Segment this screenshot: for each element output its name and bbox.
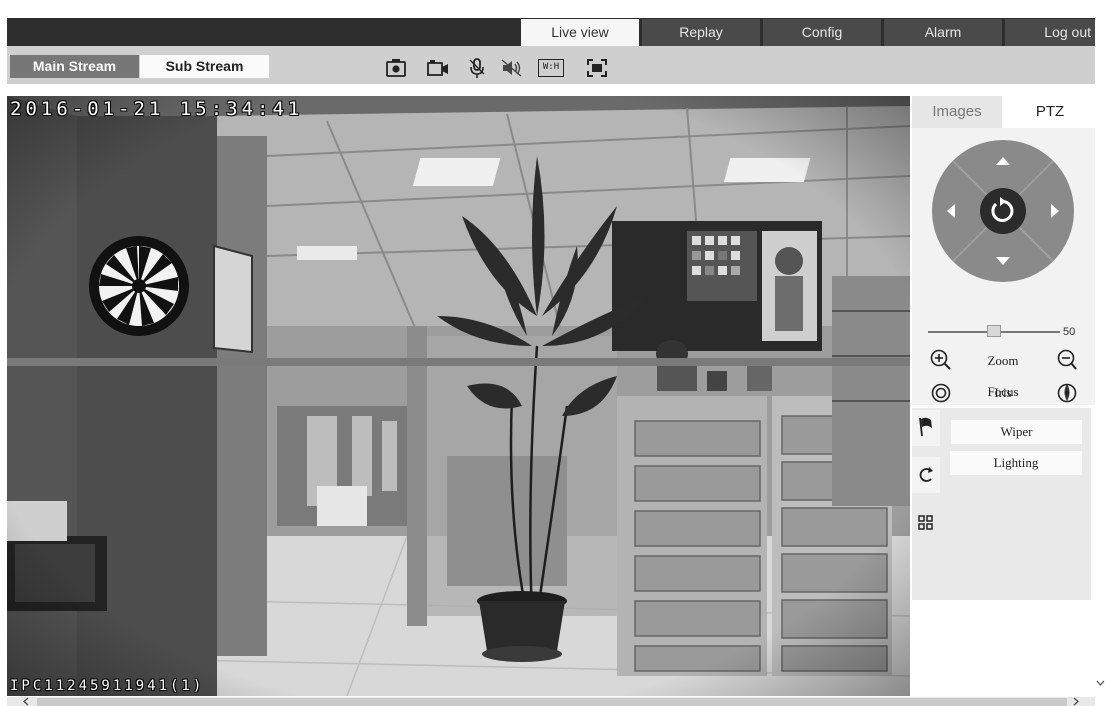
preset-flag-icon [919, 417, 932, 437]
main-stream-button[interactable]: Main Stream [10, 55, 139, 78]
reset-center-icon[interactable] [980, 188, 1026, 234]
tab-preset[interactable] [912, 410, 940, 446]
zoom-out-icon[interactable] [1055, 348, 1079, 372]
wiper-button[interactable]: Wiper [951, 420, 1082, 444]
tab-config[interactable]: Config [763, 19, 881, 46]
right-arrow-icon[interactable] [1043, 199, 1065, 223]
live-video-view[interactable]: 2016-01-21 15:34:41 IPC11245911941(1) [7, 96, 910, 696]
ptz-speed-value: 50 [1063, 326, 1076, 338]
top-nav-bar: Live view Replay Config Alarm Log out [7, 18, 1095, 46]
sub-stream-button[interactable]: Sub Stream [140, 55, 269, 78]
tab-log-out[interactable]: Log out [1005, 19, 1095, 46]
tab-ptz[interactable]: PTZ [1005, 96, 1095, 128]
video-record-icon[interactable] [426, 57, 450, 79]
left-arrow-icon[interactable] [941, 199, 963, 223]
ptz-controls: 50 Zoom Focus [912, 128, 1095, 405]
horizontal-scrollbar[interactable] [7, 697, 1095, 706]
zoom-label: Zoom [987, 353, 1019, 368]
ptz-speed-thumb[interactable] [987, 325, 1001, 337]
up-arrow-icon[interactable] [991, 148, 1015, 170]
horizontal-scroll-thumb[interactable] [37, 698, 1067, 706]
down-arrow-icon[interactable] [991, 252, 1015, 274]
scroll-left-arrow-icon[interactable] [21, 697, 31, 706]
speaker-mute-icon[interactable] [500, 57, 524, 79]
iris-close-icon[interactable] [1055, 381, 1079, 405]
tab-alarm[interactable]: Alarm [884, 19, 1002, 46]
zoom-in-icon[interactable] [929, 348, 953, 372]
ptz-aux-panel: Wiper Lighting [912, 408, 1091, 600]
aspect-ratio-icon[interactable]: W:H [538, 59, 564, 77]
scroll-right-arrow-icon[interactable] [1071, 697, 1081, 706]
stream-toolbar: Main Stream Sub Stream W:H [7, 46, 1095, 84]
vertical-scrollbar[interactable] [1096, 18, 1105, 697]
app-window: Live view Replay Config Alarm Log out Ma… [0, 0, 1105, 706]
tab-cruise[interactable] [912, 457, 940, 493]
osd-timestamp: 2016-01-21 15:34:41 [10, 98, 304, 120]
camera-scene-image [7, 96, 910, 696]
iris-label: Iris [994, 385, 1012, 400]
scroll-down-arrow-icon[interactable] [1096, 678, 1105, 688]
osd-camera-id: IPC11245911941(1) [10, 678, 205, 694]
tab-live-view[interactable]: Live view [521, 19, 639, 46]
tab-images[interactable]: Images [912, 96, 1002, 128]
cruise-icon [919, 467, 933, 482]
control-panel: Images PTZ 50 Zoom Focus Iris Wiper Ligh… [912, 96, 1095, 696]
tab-replay[interactable]: Replay [642, 19, 760, 46]
fullscreen-icon[interactable] [585, 57, 609, 79]
lighting-button[interactable]: Lighting [950, 451, 1082, 475]
iris-open-icon[interactable] [929, 381, 953, 405]
aux-grid-icon [918, 515, 933, 530]
microphone-icon[interactable] [465, 57, 489, 79]
tab-aux[interactable] [912, 504, 940, 540]
camera-snapshot-icon[interactable] [384, 57, 408, 79]
